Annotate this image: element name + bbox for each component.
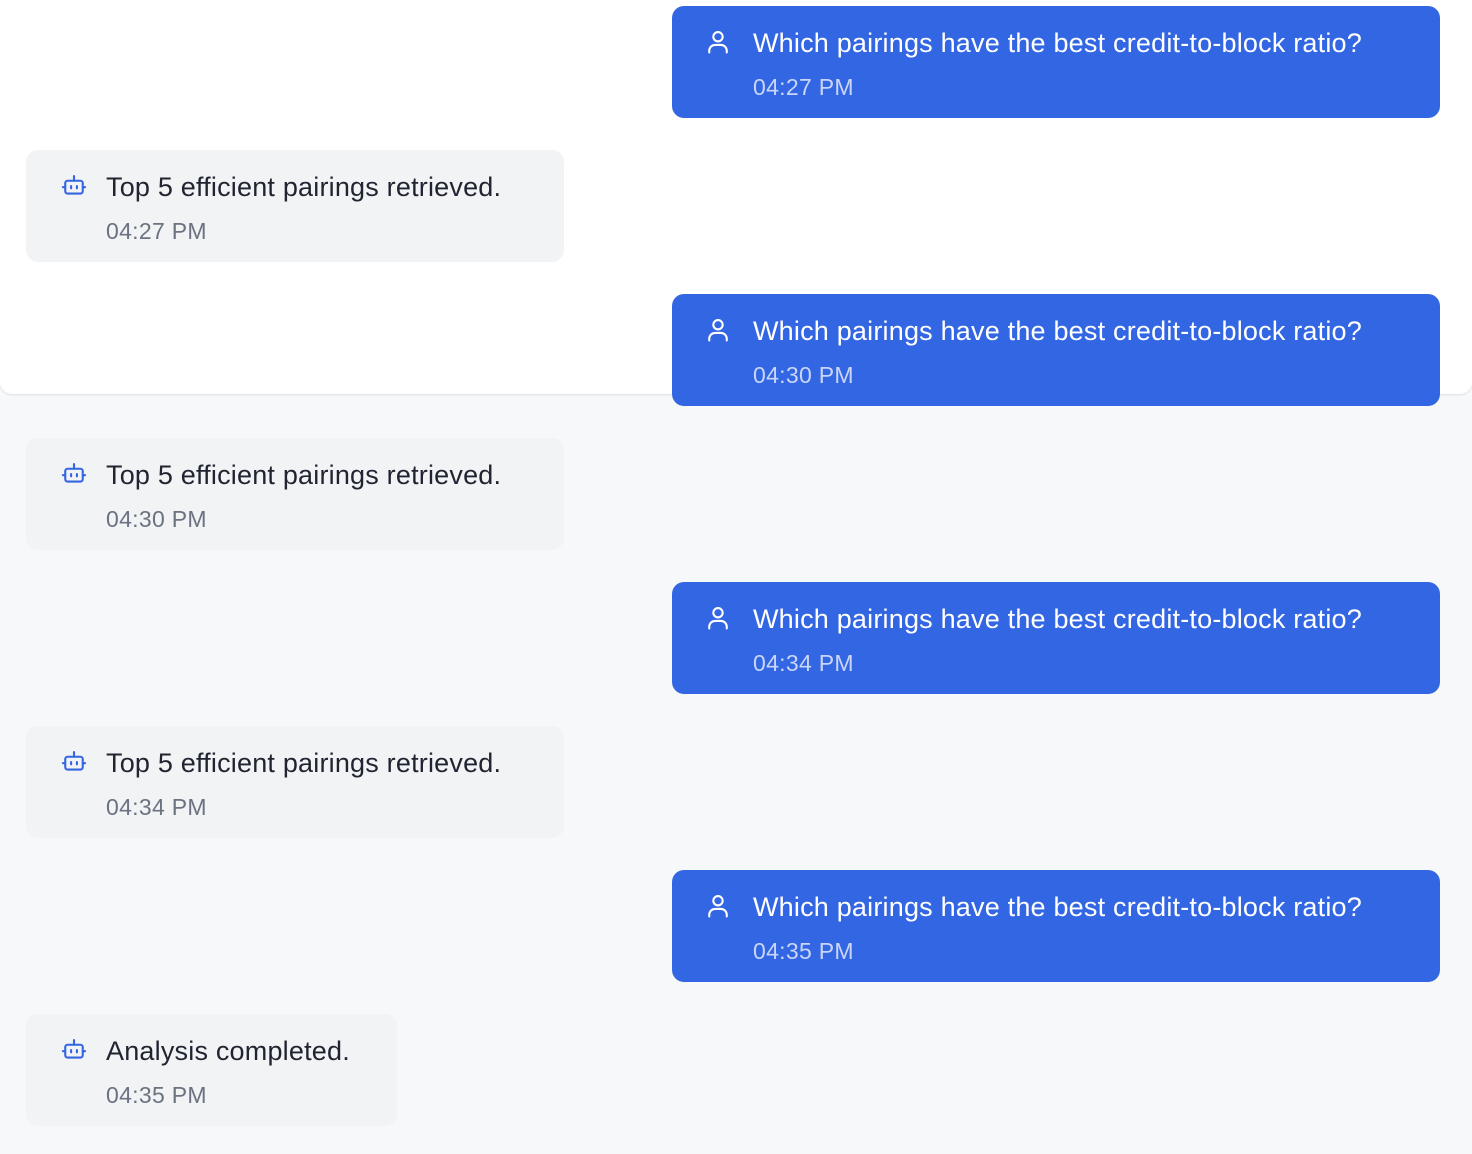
user-icon	[704, 892, 732, 920]
user-message: Which pairings have the best credit-to-b…	[672, 294, 1440, 406]
bot-icon	[60, 1036, 88, 1064]
message-timestamp: 04:35 PM	[753, 938, 854, 964]
message-timestamp: 04:35 PM	[106, 1082, 207, 1108]
message-text: Which pairings have the best credit-to-b…	[753, 28, 1362, 58]
bot-message: Top 5 efficient pairings retrieved. 04:3…	[26, 438, 564, 550]
message-text: Which pairings have the best credit-to-b…	[753, 892, 1362, 922]
bot-message: Top 5 efficient pairings retrieved. 04:2…	[26, 150, 564, 262]
message-timestamp: 04:34 PM	[106, 794, 207, 820]
message-timestamp: 04:27 PM	[753, 74, 854, 100]
user-icon	[704, 28, 732, 56]
bot-icon	[60, 172, 88, 200]
message-text: Analysis completed.	[106, 1036, 350, 1066]
message-text: Which pairings have the best credit-to-b…	[753, 604, 1362, 634]
bot-message: Top 5 efficient pairings retrieved. 04:3…	[26, 726, 564, 838]
bot-icon	[60, 748, 88, 776]
message-timestamp: 04:30 PM	[106, 506, 207, 532]
user-message: Which pairings have the best credit-to-b…	[672, 582, 1440, 694]
user-icon	[704, 316, 732, 344]
message-timestamp: 04:34 PM	[753, 650, 854, 676]
message-timestamp: 04:27 PM	[106, 218, 207, 244]
user-message: Which pairings have the best credit-to-b…	[672, 6, 1440, 118]
bot-message: Analysis completed. 04:35 PM	[26, 1014, 397, 1126]
message-timestamp: 04:30 PM	[753, 362, 854, 388]
user-icon	[704, 604, 732, 632]
message-text: Top 5 efficient pairings retrieved.	[106, 748, 502, 778]
message-text: Top 5 efficient pairings retrieved.	[106, 460, 502, 490]
message-text: Which pairings have the best credit-to-b…	[753, 316, 1362, 346]
message-text: Top 5 efficient pairings retrieved.	[106, 172, 502, 202]
user-message: Which pairings have the best credit-to-b…	[672, 870, 1440, 982]
bot-icon	[60, 460, 88, 488]
